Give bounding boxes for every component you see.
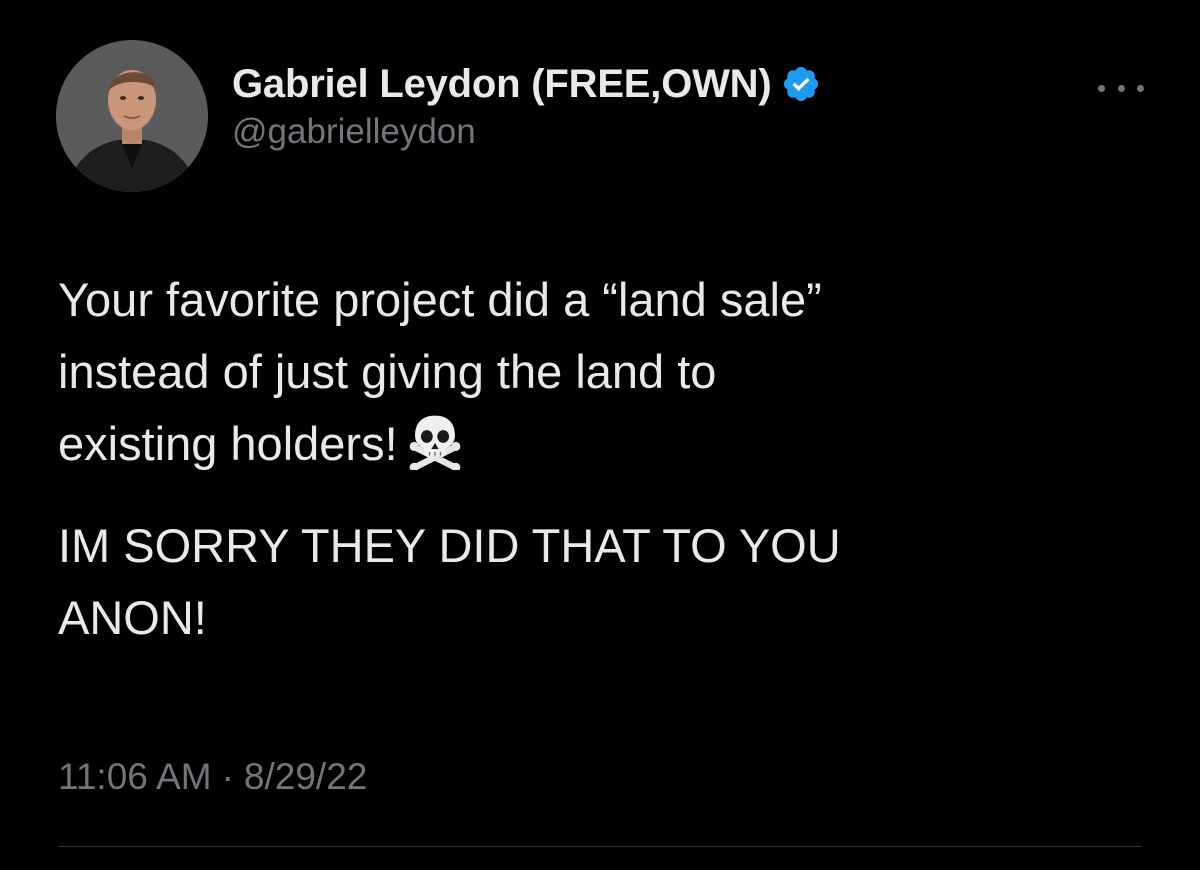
tweet-line: ANON! (58, 591, 207, 644)
meta-separator: · (221, 756, 234, 797)
tweet-line-with-emoji: existing holders! (58, 408, 1148, 480)
tweet-date: 8/29/22 (243, 756, 368, 797)
display-name[interactable]: Gabriel Leydon (FREE,OWN) (232, 62, 772, 107)
tweet-text: Your favorite project did a “land sale” … (58, 264, 1148, 654)
tweet-card: Gabriel Leydon (FREE,OWN) @gabrielleydon… (0, 0, 1200, 870)
tweet-time: 11:06 AM (58, 756, 212, 797)
tweet-paragraph-2: IM SORRY THEY DID THAT TO YOU ANON! (58, 510, 1148, 654)
divider (58, 846, 1142, 847)
more-options-icon-dot (1137, 84, 1144, 92)
tweet-paragraph-1: Your favorite project did a “land sale” … (58, 264, 1148, 480)
more-options-icon-dot (1117, 84, 1125, 92)
tweet-line: instead of just giving the land to (58, 345, 717, 398)
tweet-timestamp[interactable]: 11:06 AM · 8/29/22 (58, 756, 367, 798)
author-info: Gabriel Leydon (FREE,OWN) @gabrielleydon (232, 60, 821, 152)
more-options-button[interactable] (1098, 78, 1144, 98)
verified-badge-icon (781, 64, 821, 104)
more-options-icon-dot (1098, 84, 1105, 92)
tweet-line: Your favorite project did a “land sale” (58, 273, 822, 326)
author-handle[interactable]: @gabrielleydon (232, 112, 821, 152)
avatar[interactable] (56, 40, 208, 192)
tweet-line: existing holders! (58, 417, 398, 470)
tweet-line: IM SORRY THEY DID THAT TO YOU (58, 519, 841, 572)
skull-and-crossbones-icon (406, 412, 464, 472)
name-row: Gabriel Leydon (FREE,OWN) (232, 60, 821, 108)
avatar-photo (56, 40, 208, 192)
